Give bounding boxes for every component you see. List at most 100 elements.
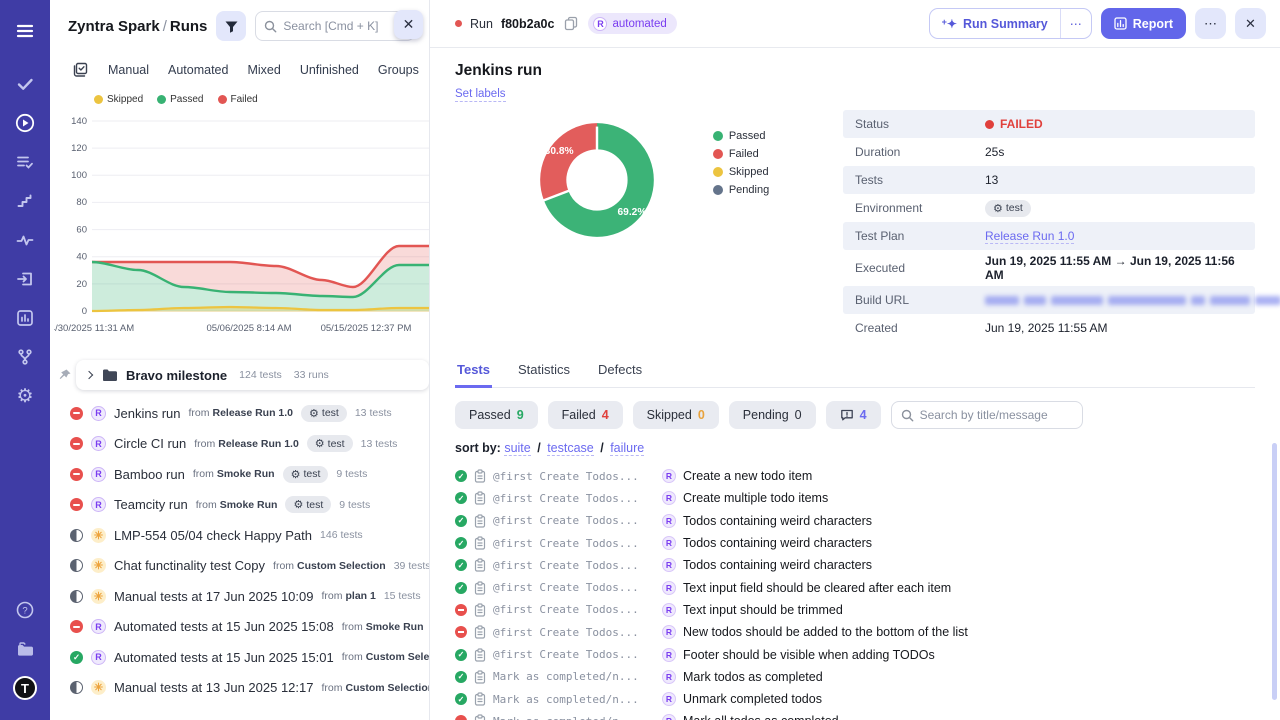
- milestone-item[interactable]: Bravo milestone 124 tests 33 runs: [76, 360, 429, 390]
- test-suite-name[interactable]: @first Create Todos...: [493, 492, 655, 505]
- test-plan-link[interactable]: Release Run 1.0: [985, 229, 1074, 244]
- run-summary-button[interactable]: Run Summary: [930, 9, 1060, 38]
- test-result-row[interactable]: @first Create Todos... Todos containing …: [455, 510, 1255, 532]
- projects-icon[interactable]: [8, 632, 42, 666]
- sort-by-testcase[interactable]: testcase: [547, 441, 594, 456]
- test-title[interactable]: New todos should be added to the bottom …: [683, 625, 968, 639]
- tab-manual[interactable]: Manual: [108, 63, 149, 77]
- test-result-row[interactable]: Mark as completed/n... Mark all todos as…: [455, 710, 1255, 720]
- test-suite-name[interactable]: Mark as completed/n...: [493, 670, 655, 683]
- test-suite-name[interactable]: @first Create Todos...: [493, 514, 655, 527]
- filter-button[interactable]: [216, 11, 246, 41]
- filter-comments-button[interactable]: 4: [826, 401, 881, 429]
- report-button[interactable]: Report: [1101, 8, 1186, 39]
- test-title[interactable]: Create multiple todo items: [683, 491, 828, 505]
- test-title[interactable]: Create a new todo item: [683, 469, 812, 483]
- set-labels-link[interactable]: Set labels: [455, 88, 506, 102]
- test-search-input[interactable]: [920, 408, 1073, 422]
- test-title[interactable]: Todos containing weird characters: [683, 558, 872, 572]
- run-name[interactable]: Automated tests at 15 Jun 2025 15:01: [114, 650, 334, 665]
- pin-icon[interactable]: [58, 368, 72, 382]
- test-suite-name[interactable]: @first Create Todos...: [493, 581, 655, 594]
- run-list-item[interactable]: Manual tests at 17 Jun 2025 10:09 frompl…: [70, 581, 429, 612]
- run-summary-more-button[interactable]: ⋯: [1060, 9, 1091, 38]
- run-name[interactable]: Manual tests at 13 Jun 2025 12:17: [114, 680, 313, 695]
- test-suite-name[interactable]: @first Create Todos...: [493, 626, 655, 639]
- run-name[interactable]: Manual tests at 17 Jun 2025 10:09: [114, 589, 313, 604]
- run-list-item[interactable]: Circle CI run fromRelease Run 1.0 test 1…: [70, 429, 429, 460]
- scrollbar-thumb[interactable]: [1272, 443, 1277, 700]
- run-list-item[interactable]: LMP-554 05/04 check Happy Path 146 tests: [70, 520, 429, 551]
- run-name[interactable]: Circle CI run: [114, 436, 186, 451]
- test-result-row[interactable]: @first Create Todos... Create multiple t…: [455, 487, 1255, 509]
- test-suite-name[interactable]: @first Create Todos...: [493, 537, 655, 550]
- run-list-item[interactable]: Automated tests at 15 Jun 2025 15:08 fro…: [70, 612, 429, 643]
- filter-passed-button[interactable]: Passed9: [455, 401, 538, 429]
- run-list-item[interactable]: Chat functinality test Copy fromCustom S…: [70, 551, 429, 582]
- test-suite-name[interactable]: @first Create Todos...: [493, 559, 655, 572]
- steps-icon[interactable]: [8, 184, 42, 218]
- test-result-row[interactable]: @first Create Todos... Todos containing …: [455, 554, 1255, 576]
- test-title[interactable]: Unmark completed todos: [683, 692, 822, 706]
- test-plans-icon[interactable]: [8, 145, 42, 179]
- test-title[interactable]: Text input should be trimmed: [683, 603, 843, 617]
- test-title[interactable]: Footer should be visible when adding TOD…: [683, 648, 935, 662]
- filter-failed-button[interactable]: Failed4: [548, 401, 623, 429]
- sort-by-suite[interactable]: suite: [504, 441, 530, 456]
- automated-badge[interactable]: automated: [588, 13, 676, 34]
- tab-automated[interactable]: Automated: [168, 63, 228, 77]
- run-list-item[interactable]: Teamcity run fromSmoke Run test 9 tests: [70, 490, 429, 521]
- settings-icon[interactable]: [8, 379, 42, 413]
- tab-defects[interactable]: Defects: [596, 356, 644, 387]
- test-title[interactable]: Mark todos as completed: [683, 670, 823, 684]
- test-suite-name[interactable]: @first Create Todos...: [493, 648, 655, 661]
- more-actions-button[interactable]: ⋯: [1195, 8, 1226, 39]
- menu-icon[interactable]: [8, 14, 42, 48]
- test-title[interactable]: Todos containing weird characters: [683, 514, 872, 528]
- run-list-item[interactable]: Automated tests at 15 Jun 2025 15:01 fro…: [70, 642, 429, 673]
- sort-by-failure[interactable]: failure: [610, 441, 644, 456]
- run-name[interactable]: Chat functinality test Copy: [114, 558, 265, 573]
- test-result-row[interactable]: @first Create Todos... Footer should be …: [455, 643, 1255, 665]
- test-suite-name[interactable]: Mark as completed/n...: [493, 693, 655, 706]
- test-suite-name[interactable]: Mark as completed/n...: [493, 715, 655, 720]
- run-list-item[interactable]: Bamboo run fromSmoke Run test 9 tests: [70, 459, 429, 490]
- filter-skipped-button[interactable]: Skipped0: [633, 401, 719, 429]
- run-name[interactable]: Teamcity run: [114, 497, 188, 512]
- run-list-item[interactable]: Jenkins run fromRelease Run 1.0 test 13 …: [70, 398, 429, 429]
- test-suite-name[interactable]: @first Create Todos...: [493, 603, 655, 616]
- donut-legend-skipped[interactable]: Skipped: [729, 166, 769, 178]
- run-name[interactable]: Jenkins run: [114, 406, 180, 421]
- tab-groups[interactable]: Groups: [378, 63, 419, 77]
- test-title[interactable]: Text input field should be cleared after…: [683, 581, 951, 595]
- runs-search[interactable]: [255, 11, 415, 41]
- test-title[interactable]: Todos containing weird characters: [683, 536, 872, 550]
- copy-run-id-button[interactable]: [562, 14, 580, 33]
- tab-tests[interactable]: Tests: [455, 356, 492, 388]
- help-icon[interactable]: ?: [8, 593, 42, 627]
- run-name[interactable]: Automated tests at 15 Jun 2025 15:08: [114, 619, 334, 634]
- analytics-icon[interactable]: [8, 301, 42, 335]
- test-result-row[interactable]: @first Create Todos... Todos containing …: [455, 532, 1255, 554]
- test-title[interactable]: Mark all todos as completed: [683, 714, 839, 720]
- pulse-icon[interactable]: [8, 223, 42, 257]
- donut-legend-pending[interactable]: Pending: [729, 184, 769, 196]
- import-icon[interactable]: [8, 262, 42, 296]
- chevron-right-icon[interactable]: [85, 371, 93, 379]
- close-run-detail-button[interactable]: ✕: [1235, 8, 1266, 39]
- run-name[interactable]: Bamboo run: [114, 467, 185, 482]
- filter-pending-button[interactable]: Pending0: [729, 401, 816, 429]
- runs-icon[interactable]: [8, 106, 42, 140]
- run-name[interactable]: LMP-554 05/04 check Happy Path: [114, 528, 312, 543]
- branches-icon[interactable]: [8, 340, 42, 374]
- milestone-name[interactable]: Bravo milestone: [126, 368, 227, 383]
- donut-legend-passed[interactable]: Passed: [729, 130, 766, 142]
- breadcrumb-project[interactable]: Zyntra Spark: [68, 18, 160, 35]
- test-suite-name[interactable]: @first Create Todos...: [493, 470, 655, 483]
- left-panel-close-button[interactable]: ✕: [394, 10, 423, 39]
- run-list-item[interactable]: Manual tests at 13 Jun 2025 12:17 fromCu…: [70, 673, 429, 704]
- app-logo[interactable]: [8, 671, 42, 705]
- test-result-row[interactable]: @first Create Todos... New todos should …: [455, 621, 1255, 643]
- runs-search-input[interactable]: [283, 19, 406, 33]
- test-result-row[interactable]: @first Create Todos... Create a new todo…: [455, 465, 1255, 487]
